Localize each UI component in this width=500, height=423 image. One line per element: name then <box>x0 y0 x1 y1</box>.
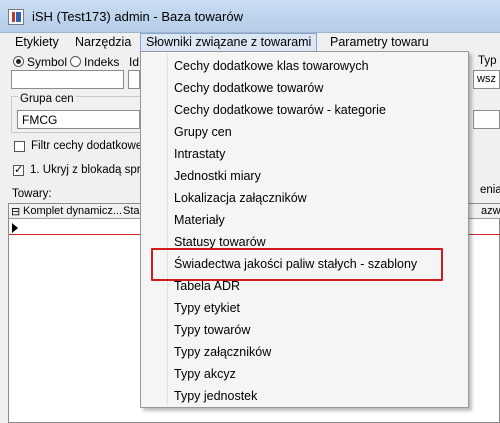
menu-item-cechy-kategorie[interactable]: Cechy dodatkowe towarów - kategorie <box>174 100 386 120</box>
highlight-annotation-box <box>151 248 443 281</box>
menu-item-typy-towarow[interactable]: Typy towarów <box>174 320 250 340</box>
menu-item-typy-jednostek[interactable]: Typy jednostek <box>174 386 257 406</box>
menu-item-jednostki-miary[interactable]: Jednostki miary <box>174 166 261 186</box>
column-header-nazwa[interactable]: azwa <box>481 205 500 217</box>
right-partial-text: enia <box>480 184 500 196</box>
window-title: iSH (Test173) admin - Baza towarów <box>32 9 243 24</box>
row-pointer-icon <box>12 223 18 233</box>
menu-narzedzia[interactable]: Narzędzia <box>70 33 136 52</box>
menu-slowniki[interactable]: Słowniki związane z towarami <box>140 33 318 52</box>
column-header-komplet[interactable]: Komplet dynamicz... <box>23 205 122 217</box>
menu-item-typy-zalacznikow[interactable]: Typy załączników <box>174 342 271 362</box>
indeks-search-input[interactable] <box>128 70 140 89</box>
radio-indeks-label: Indeks <box>84 55 120 69</box>
app-icon <box>8 9 24 25</box>
radio-symbol-label: Symbol <box>27 55 68 69</box>
menu-etykiety[interactable]: Etykiety <box>10 33 64 52</box>
radio-symbol[interactable]: Symbol <box>13 55 67 69</box>
menu-item-typy-etykiet[interactable]: Typy etykiet <box>174 298 240 318</box>
right-field[interactable] <box>473 110 500 129</box>
filter-features-label: Filtr cechy dodatkowe <box>31 140 143 152</box>
menu-item-cechy-towarow[interactable]: Cechy dodatkowe towarów <box>174 78 323 98</box>
menu-item-materialy[interactable]: Materiały <box>174 210 225 230</box>
symbol-search-input[interactable] <box>11 70 124 89</box>
radio-indeks[interactable]: Indeks <box>70 55 119 69</box>
radio-third-label: Id <box>129 55 140 69</box>
menu-bar: Etykiety Narzędzia Słowniki związane z t… <box>0 33 500 52</box>
menu-item-typy-akcyz[interactable]: Typy akcyz <box>174 364 236 384</box>
title-bar: iSH (Test173) admin - Baza towarów <box>0 0 500 33</box>
type-select[interactable]: wsz <box>473 70 500 89</box>
radio-dot-checked <box>13 56 24 67</box>
price-group-input[interactable]: FMCG <box>17 110 140 129</box>
hide-blocked-label: 1. Ukryj z blokadą sprze <box>30 164 153 176</box>
slowniki-dropdown-menu: Cechy dodatkowe klas towarowych Cechy do… <box>140 51 469 408</box>
type-label-partial: Typ to <box>478 55 500 67</box>
filter-features-checkbox[interactable] <box>14 141 25 152</box>
menu-item-cechy-klas[interactable]: Cechy dodatkowe klas towarowych <box>174 56 369 76</box>
menu-item-lokalizacja-zalacznikow[interactable]: Lokalizacja załączników <box>174 188 307 208</box>
menu-item-grupy-cen[interactable]: Grupy cen <box>174 122 232 142</box>
menu-item-intrastaty[interactable]: Intrastaty <box>174 144 225 164</box>
grid-menu-icon[interactable]: ⊟ <box>11 205 20 218</box>
price-group-label: Grupa cen <box>18 93 76 105</box>
products-label: Towary: <box>12 188 52 200</box>
radio-dot <box>70 56 81 67</box>
column-header-status[interactable]: Sta <box>123 205 140 217</box>
hide-blocked-checkbox[interactable] <box>13 163 24 176</box>
radio-third[interactable]: Id <box>129 55 139 69</box>
menu-parametry-towaru[interactable]: Parametry towaru <box>325 33 434 52</box>
